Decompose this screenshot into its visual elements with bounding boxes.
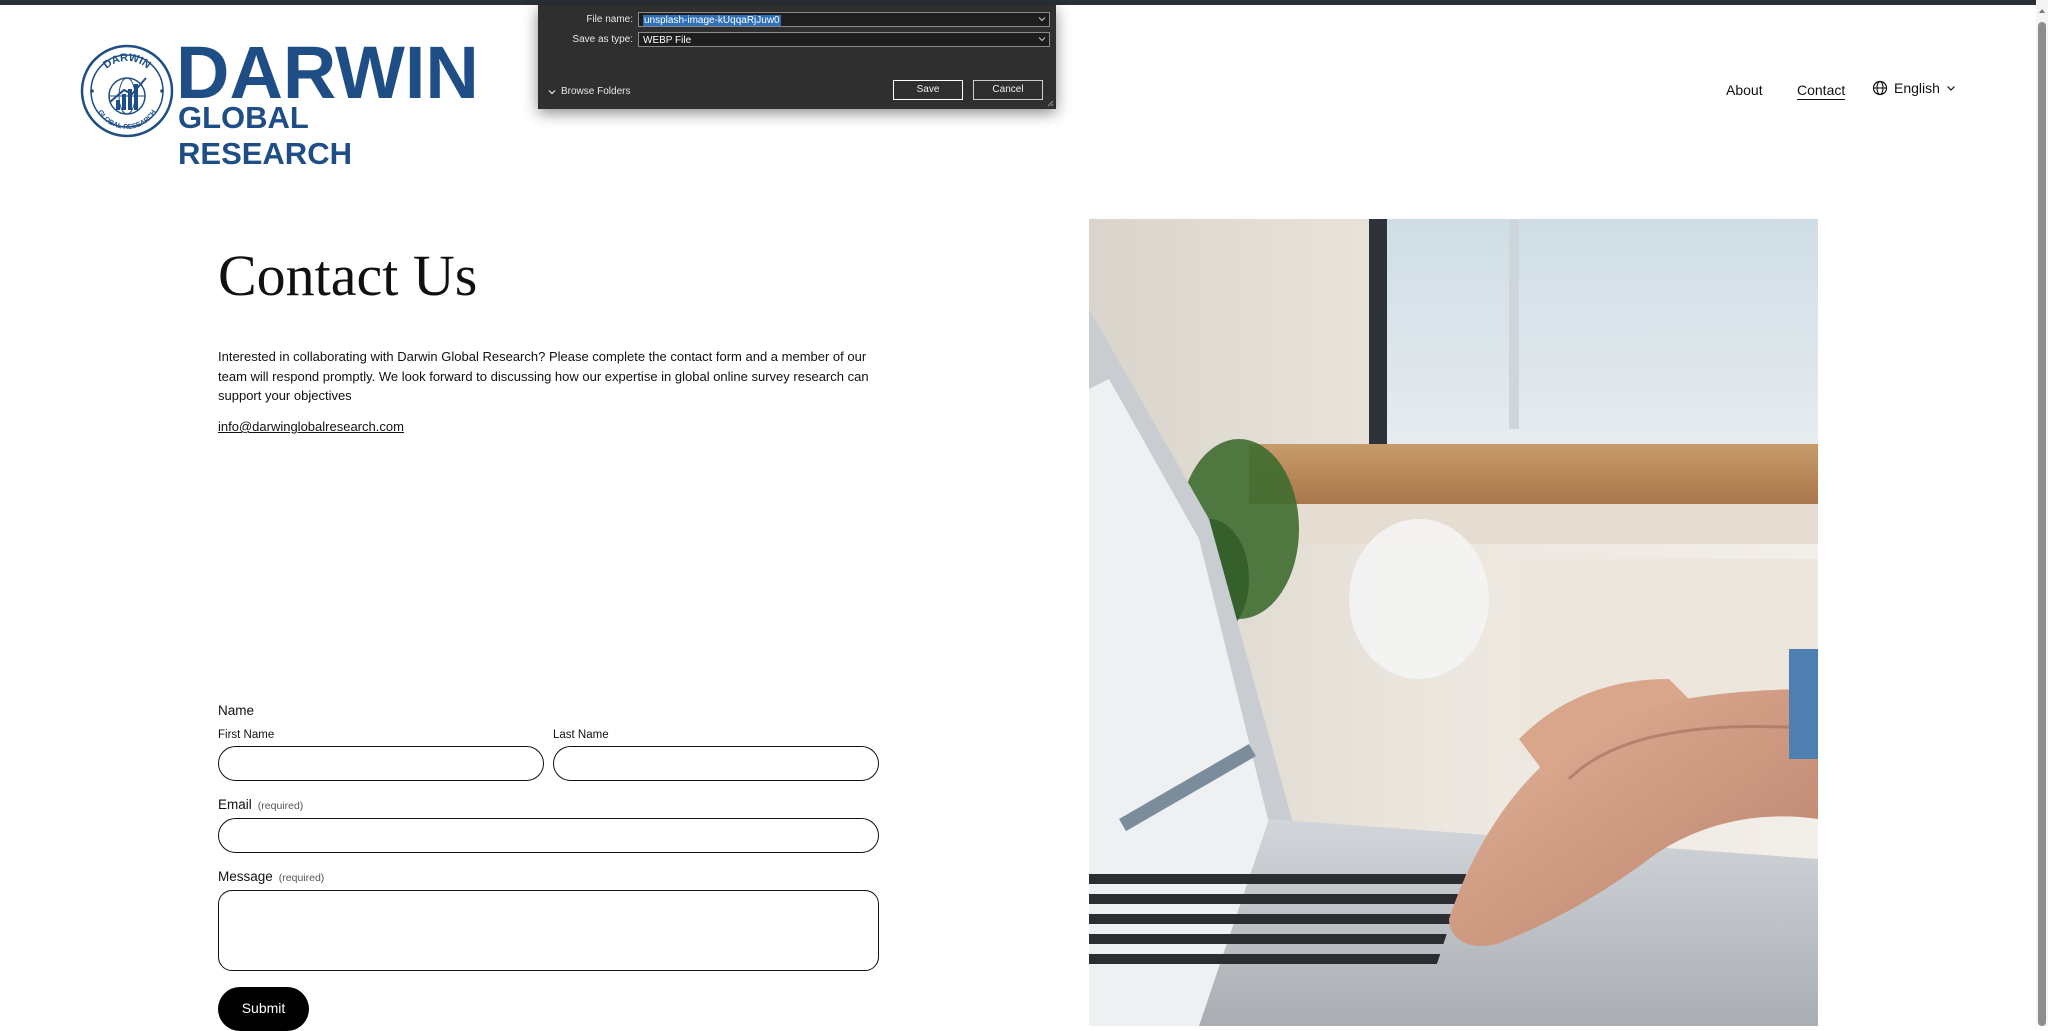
scrollbar-thumb[interactable] xyxy=(2038,22,2046,1026)
scroll-up-arrow-icon[interactable] xyxy=(2038,6,2046,16)
logo-emblem-icon: DARWIN GLOBAL RESEARCH xyxy=(80,44,174,138)
nav-contact-link[interactable]: Contact xyxy=(1797,82,1846,100)
file-name-input[interactable]: unsplash-image-kUqqaRjJuw0 xyxy=(638,12,1050,27)
file-name-value: unsplash-image-kUqqaRjJuw0 xyxy=(643,15,781,26)
browse-folders-label: Browse Folders xyxy=(561,86,631,97)
file-name-label: File name: xyxy=(586,14,633,25)
name-label: Name xyxy=(218,703,255,718)
globe-icon xyxy=(1872,80,1888,96)
nav-about-link[interactable]: About xyxy=(1726,82,1763,98)
page-title: Contact Us xyxy=(218,243,478,308)
last-name-label: Last Name xyxy=(553,729,609,741)
save-type-label: Save as type: xyxy=(572,34,633,45)
site-logo[interactable]: DARWIN GLOBAL RESEARCH DARWIN GLOBAL RES… xyxy=(80,36,482,171)
logo-subtitle: GLOBAL RESEARCH xyxy=(178,100,352,171)
chevron-down-icon xyxy=(548,89,556,94)
message-label: Message (required) xyxy=(218,869,324,884)
email-label: Email (required) xyxy=(218,797,303,812)
chevron-down-icon[interactable] xyxy=(1038,15,1046,23)
required-indicator: (required) xyxy=(257,800,304,812)
submit-button[interactable]: Submit xyxy=(218,987,309,1031)
message-textarea[interactable] xyxy=(218,890,879,971)
chevron-down-icon xyxy=(1038,37,1046,42)
resize-grip-icon[interactable] xyxy=(1046,99,1054,107)
chevron-down-icon xyxy=(1946,86,1955,91)
contact-email-link[interactable]: info@darwinglobalresearch.com xyxy=(218,419,404,434)
laptop-typing-illustration xyxy=(1089,219,1818,1026)
logo-title: DARWIN xyxy=(176,31,479,114)
hero-photo-laptop xyxy=(1089,219,1818,1026)
language-selector[interactable]: English xyxy=(1872,80,1956,96)
email-field[interactable] xyxy=(218,818,879,853)
first-name-label: First Name xyxy=(218,729,275,741)
first-name-field[interactable] xyxy=(218,746,544,781)
message-label-text: Message xyxy=(218,869,273,884)
language-label: English xyxy=(1894,80,1940,96)
save-type-select[interactable]: WEBP File xyxy=(638,32,1050,47)
cancel-button[interactable]: Cancel xyxy=(973,80,1043,100)
required-indicator: (required) xyxy=(278,872,325,884)
last-name-field[interactable] xyxy=(553,746,879,781)
email-label-text: Email xyxy=(218,797,252,812)
save-as-dialog: File name: unsplash-image-kUqqaRjJuw0 Sa… xyxy=(538,5,1056,109)
save-type-value: WEBP File xyxy=(643,35,692,46)
intro-paragraph: Interested in collaborating with Darwin … xyxy=(218,349,869,403)
browse-folders-toggle[interactable]: Browse Folders xyxy=(548,86,630,97)
save-button[interactable]: Save xyxy=(893,80,963,100)
